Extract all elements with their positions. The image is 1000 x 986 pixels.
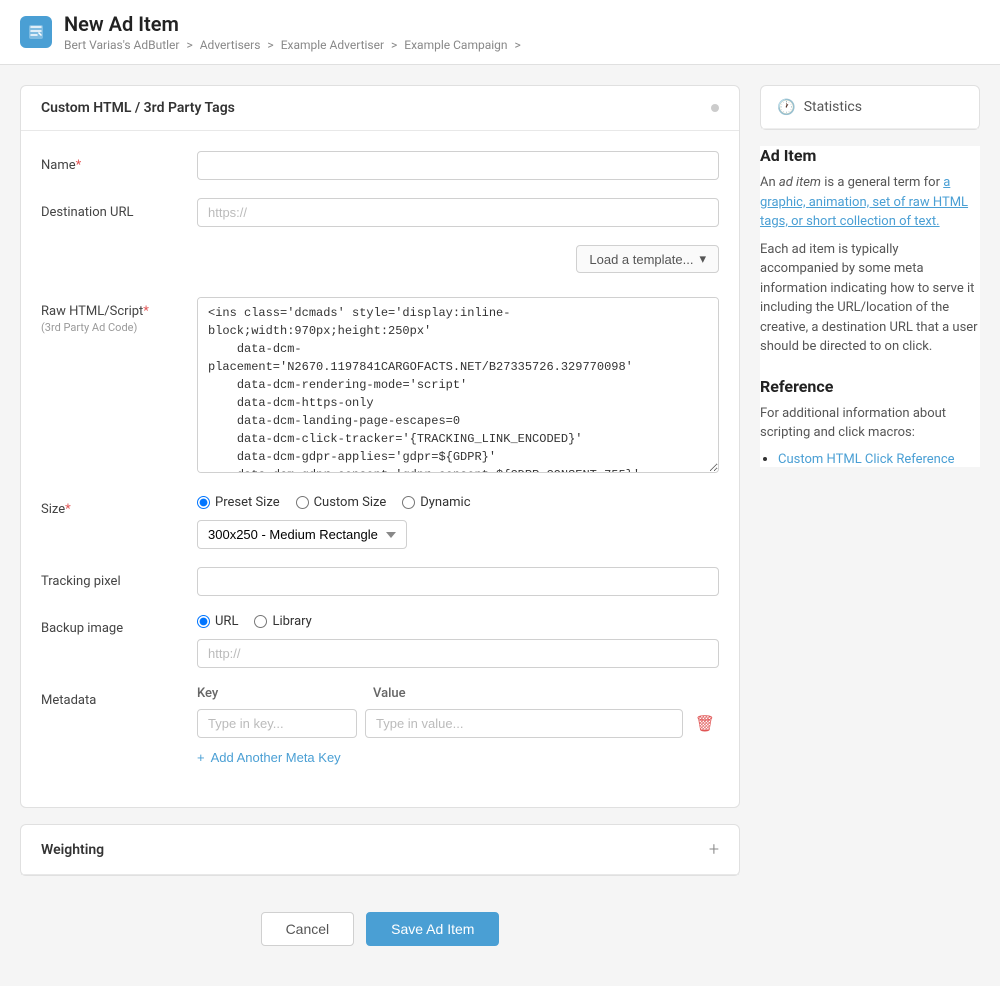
sidebar: 🕐 Statistics Ad Item An ad item is a gen…	[760, 85, 980, 966]
name-input[interactable]	[197, 151, 719, 180]
destination-url-row: Destination URL	[41, 198, 719, 227]
metadata-label: Metadata	[41, 686, 181, 708]
size-options: Preset Size Custom Size Dynamic	[197, 495, 719, 510]
size-row: Size* Preset Size Custom Size	[41, 495, 719, 549]
size-label: Size*	[41, 495, 181, 517]
name-row: Name*	[41, 151, 719, 180]
backup-image-row: Backup image URL Library	[41, 614, 719, 668]
trash-icon: 🗑	[695, 716, 715, 733]
metadata-entry-row: 🗑	[197, 709, 719, 738]
metadata-value-header: Value	[373, 686, 719, 701]
breadcrumb-advertiser[interactable]: Example Advertiser	[281, 38, 384, 52]
destination-url-control	[197, 198, 719, 227]
backup-image-control: URL Library	[197, 614, 719, 668]
header-title-block: New Ad Item Bert Varias's AdButler > Adv…	[64, 12, 525, 52]
raw-html-row: Raw HTML/Script* (3rd Party Ad Code) <in…	[41, 297, 719, 477]
raw-html-label: Raw HTML/Script* (3rd Party Ad Code)	[41, 297, 181, 334]
destination-url-input[interactable]	[197, 198, 719, 227]
backup-image-label: Backup image	[41, 614, 181, 636]
main-card: Custom HTML / 3rd Party Tags Name*	[20, 85, 740, 808]
raw-html-control: <ins class='dcmads' style='display:inlin…	[197, 297, 719, 477]
ad-item-info: Ad Item An ad item is a general term for…	[760, 146, 980, 357]
tracking-pixel-input[interactable]	[197, 567, 719, 596]
expand-icon: +	[709, 839, 719, 860]
card-body: Name* Destination URL	[21, 131, 739, 807]
ad-item-info-text2: Each ad item is typically accompanied by…	[760, 240, 980, 357]
card-header: Custom HTML / 3rd Party Tags	[21, 86, 739, 131]
metadata-key-input[interactable]	[197, 709, 357, 738]
raw-html-textarea[interactable]: <ins class='dcmads' style='display:inlin…	[197, 297, 719, 473]
ad-item-info-title: Ad Item	[760, 146, 980, 165]
weighting-card-header[interactable]: Weighting +	[21, 825, 739, 875]
tracking-pixel-label: Tracking pixel	[41, 567, 181, 589]
backup-library-option[interactable]: Library	[254, 614, 311, 629]
backup-image-options: URL Library	[197, 614, 719, 629]
backup-url-option[interactable]: URL	[197, 614, 238, 629]
metadata-value-input[interactable]	[365, 709, 683, 738]
cancel-button[interactable]: Cancel	[261, 912, 355, 946]
ad-item-info-text1: An ad item is a general term for a graph…	[760, 173, 980, 232]
page-title: New Ad Item	[64, 12, 525, 36]
breadcrumb: Bert Varias's AdButler > Advertisers > E…	[64, 38, 525, 52]
reference-links: Custom HTML Click Reference	[760, 451, 980, 467]
card-title: Custom HTML / 3rd Party Tags	[41, 100, 235, 116]
info-panel: Ad Item An ad item is a general term for…	[760, 146, 980, 467]
backup-url-input[interactable]	[197, 639, 719, 668]
preset-size-select[interactable]: 300x250 - Medium Rectangle728x90 - Leade…	[197, 520, 407, 549]
app-container: New Ad Item Bert Varias's AdButler > Adv…	[0, 0, 1000, 986]
metadata-row: Metadata Key Value 🗑	[41, 686, 719, 769]
metadata-key-header: Key	[197, 686, 357, 701]
statistics-panel: 🕐 Statistics	[760, 85, 980, 130]
main-layout: Custom HTML / 3rd Party Tags Name*	[0, 65, 1000, 986]
clock-icon: 🕐	[777, 98, 796, 116]
save-ad-item-button[interactable]: Save Ad Item	[366, 912, 499, 946]
load-template-button[interactable]: Load a template... ▾	[576, 245, 719, 273]
breadcrumb-campaign[interactable]: Example Campaign	[404, 38, 507, 52]
preset-size-option[interactable]: Preset Size	[197, 495, 280, 510]
breadcrumb-advertisers[interactable]: Advertisers	[200, 38, 261, 52]
destination-url-label: Destination URL	[41, 198, 181, 220]
template-row: Load a template... ▾	[41, 245, 719, 279]
metadata-header: Key Value	[197, 686, 719, 701]
header-icon	[20, 16, 52, 48]
name-control	[197, 151, 719, 180]
tracking-pixel-row: Tracking pixel	[41, 567, 719, 596]
footer-actions: Cancel Save Ad Item	[20, 892, 740, 966]
delete-metadata-button[interactable]: 🗑	[691, 710, 719, 738]
reference-title: Reference	[760, 377, 980, 396]
weighting-title: Weighting	[41, 842, 104, 858]
stats-header: 🕐 Statistics	[761, 86, 979, 129]
card-dot	[711, 104, 719, 112]
name-label: Name*	[41, 151, 181, 173]
custom-html-click-reference-link[interactable]: Custom HTML Click Reference	[778, 452, 955, 467]
stats-title: Statistics	[804, 99, 862, 115]
add-meta-key-button[interactable]: + Add Another Meta Key	[197, 746, 341, 769]
metadata-control: Key Value 🗑 +	[197, 686, 719, 769]
template-control: Load a template... ▾	[197, 245, 719, 279]
tracking-pixel-control	[197, 567, 719, 596]
form-area: Custom HTML / 3rd Party Tags Name*	[20, 85, 740, 966]
custom-size-option[interactable]: Custom Size	[296, 495, 387, 510]
header: New Ad Item Bert Varias's AdButler > Adv…	[0, 0, 1000, 65]
dynamic-size-option[interactable]: Dynamic	[402, 495, 470, 510]
breadcrumb-adbutler[interactable]: Bert Varias's AdButler	[64, 38, 179, 52]
reference-text: For additional information about scripti…	[760, 404, 980, 443]
reference-info: Reference For additional information abo…	[760, 377, 980, 467]
size-control: Preset Size Custom Size Dynamic	[197, 495, 719, 549]
plus-icon: +	[197, 750, 205, 765]
reference-link-item: Custom HTML Click Reference	[778, 451, 980, 467]
weighting-card: Weighting +	[20, 824, 740, 876]
chevron-down-icon: ▾	[699, 251, 706, 267]
